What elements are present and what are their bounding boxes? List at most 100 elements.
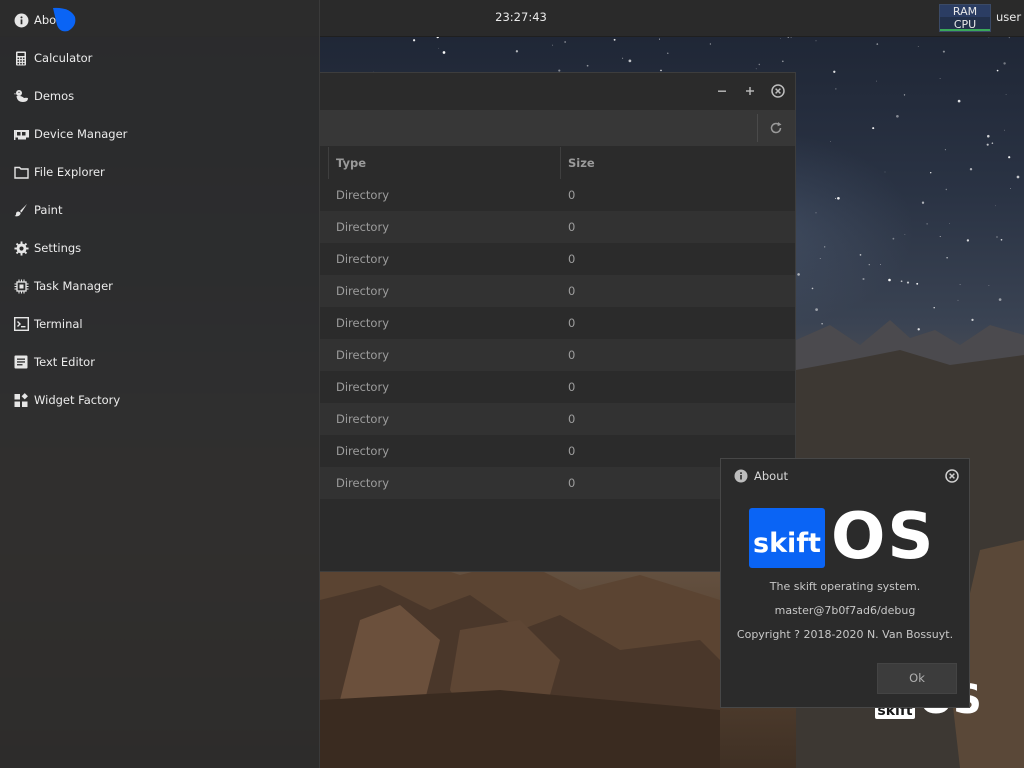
folder-icon (13, 164, 29, 180)
star (819, 258, 821, 259)
column-header-type[interactable]: Type (336, 147, 366, 179)
menu-item-terminal[interactable]: Terminal (0, 305, 319, 343)
menu-item-task-manager[interactable]: Task Manager (0, 267, 319, 305)
column-header-size[interactable]: Size (568, 147, 595, 179)
ok-button[interactable]: Ok (877, 663, 957, 694)
star (949, 223, 950, 224)
refresh-button[interactable] (766, 118, 786, 138)
star (986, 143, 989, 146)
logo-box: skift (749, 508, 825, 568)
table-row[interactable]: Directory 0 (320, 211, 795, 243)
star (659, 38, 660, 40)
table-row[interactable]: Directory 0 (320, 275, 795, 307)
menu-item-file-explorer[interactable]: File Explorer (0, 153, 319, 191)
star (995, 205, 996, 207)
star (660, 69, 662, 72)
cell-size: 0 (568, 444, 576, 458)
menu-item-about[interactable]: About (0, 1, 319, 39)
close-circle-icon (945, 469, 959, 483)
cell-size: 0 (568, 252, 576, 266)
info-icon (734, 469, 748, 483)
menu-item-settings[interactable]: Settings (0, 229, 319, 267)
star (872, 127, 875, 130)
star (991, 142, 994, 144)
menu-item-demos[interactable]: Demos (0, 77, 319, 115)
table-row[interactable]: Directory 0 (320, 403, 795, 435)
logo-box-text: skift (753, 528, 821, 559)
maximize-button[interactable] (741, 82, 759, 100)
star (876, 43, 879, 45)
cell-type: Directory (336, 412, 390, 426)
table-row[interactable]: Directory 0 (320, 307, 795, 339)
application-menu: About Calculator Demos Device Manager Fi… (0, 0, 320, 768)
cell-type: Directory (336, 284, 390, 298)
star (438, 47, 440, 49)
plus-icon (746, 87, 754, 95)
table-row[interactable]: Directory 0 (320, 179, 795, 211)
table-row[interactable]: Directory 0 (320, 371, 795, 403)
user-menu[interactable]: user (996, 0, 1021, 36)
star (966, 239, 970, 242)
close-button[interactable] (769, 82, 787, 100)
about-dialog[interactable]: About skift OS The skift operating syste… (720, 458, 970, 708)
column-separator (560, 147, 561, 179)
star (613, 38, 616, 41)
menu-item-label: Settings (34, 241, 82, 255)
star (824, 246, 826, 248)
about-version: master@7b0f7ad6/debug (774, 604, 916, 617)
star (926, 223, 928, 225)
info-icon (13, 12, 29, 28)
star (892, 237, 895, 240)
star (837, 196, 840, 200)
menu-item-widget-factory[interactable]: Widget Factory (0, 381, 319, 419)
menu-item-calculator[interactable]: Calculator (0, 39, 319, 77)
menu-item-label: File Explorer (34, 165, 105, 179)
cell-size: 0 (568, 316, 576, 330)
system-monitor-widget[interactable]: RAM CPU (939, 4, 991, 32)
window-titlebar[interactable] (320, 73, 795, 109)
toolbar-separator (757, 114, 758, 142)
star (996, 69, 999, 72)
dialog-titlebar[interactable]: About (721, 459, 969, 493)
menu-item-text-editor[interactable]: Text Editor (0, 343, 319, 381)
menu-item-paint[interactable]: Paint (0, 191, 319, 229)
star (758, 63, 761, 66)
star (835, 197, 837, 199)
refresh-icon (770, 122, 782, 134)
cell-type: Directory (336, 476, 390, 490)
table-row[interactable]: Directory 0 (320, 243, 795, 275)
star (862, 277, 865, 281)
explorer-toolbar (320, 110, 795, 146)
minimize-button[interactable] (713, 82, 731, 100)
star (622, 57, 624, 59)
star (1005, 94, 1007, 96)
star (1010, 188, 1012, 189)
menu-item-label: Paint (34, 203, 63, 217)
star (815, 40, 817, 42)
cell-size: 0 (568, 412, 576, 426)
column-separator (328, 147, 329, 179)
cell-size: 0 (568, 284, 576, 298)
star (815, 212, 817, 214)
table-row[interactable]: Directory 0 (320, 339, 795, 371)
star (1000, 238, 1003, 241)
star (709, 43, 712, 45)
star (944, 149, 946, 151)
dialog-close-button[interactable] (944, 468, 960, 484)
star (987, 134, 990, 138)
star (859, 254, 862, 256)
menu-item-device-manager[interactable]: Device Manager (0, 115, 319, 153)
cell-size: 0 (568, 348, 576, 362)
table-header: Type Size (320, 147, 795, 179)
star (667, 52, 669, 54)
cell-type: Directory (336, 348, 390, 362)
star (996, 236, 998, 238)
star (921, 201, 925, 204)
menu-item-label: Terminal (34, 317, 83, 331)
star (442, 51, 446, 54)
star (835, 88, 837, 90)
clock: 23:27:43 (495, 10, 547, 24)
star (917, 45, 919, 47)
about-description: The skift operating system. (769, 580, 921, 593)
star (929, 171, 932, 174)
